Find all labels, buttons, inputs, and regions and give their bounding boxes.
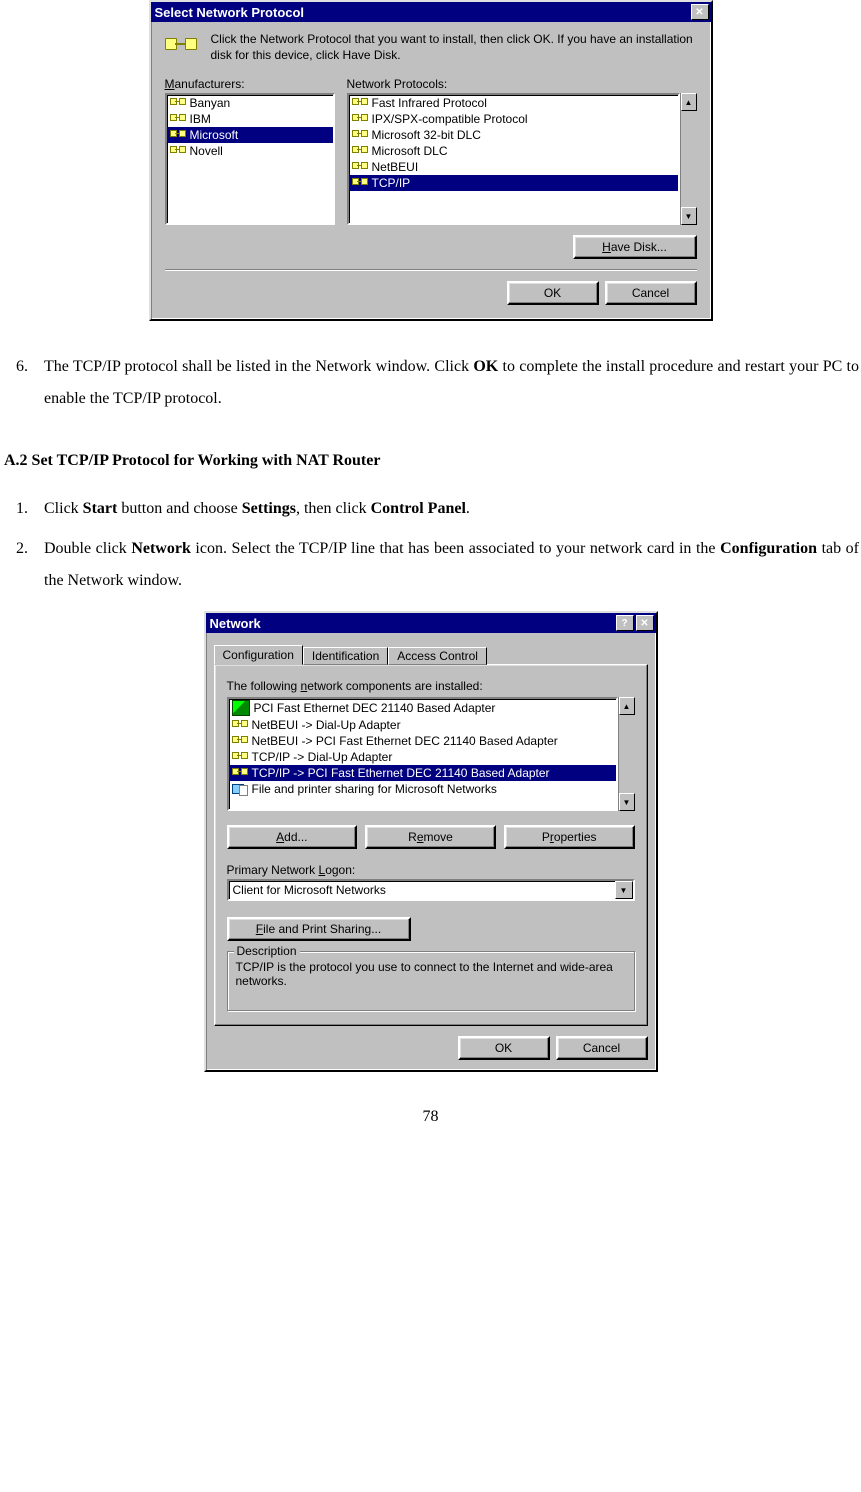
cancel-button[interactable]: Cancel	[605, 281, 697, 305]
adapter-icon	[232, 700, 250, 716]
list-item[interactable]: Microsoft 32-bit DLC	[349, 127, 678, 143]
tab-access-control[interactable]: Access Control	[388, 647, 487, 665]
protocol-icon	[170, 112, 186, 126]
remove-button[interactable]: Remove	[365, 825, 496, 849]
list-item[interactable]: TCP/IP -> PCI Fast Ethernet DEC 21140 Ba…	[229, 765, 616, 781]
select-protocol-dialog: Select Network Protocol ✕ Click the Netw…	[149, 0, 713, 321]
list-item[interactable]: TCP/IP	[349, 175, 678, 191]
tab-bar: ConfigurationIdentificationAccess Contro…	[214, 645, 648, 665]
scrollbar[interactable]: ▲ ▼	[618, 697, 635, 811]
list-item[interactable]: IBM	[167, 111, 333, 127]
close-icon[interactable]: ✕	[636, 615, 654, 631]
list-item[interactable]: Microsoft	[167, 127, 333, 143]
dialog-instruction: Click the Network Protocol that you want…	[211, 32, 697, 63]
file-print-sharing-button[interactable]: File and Print Sharing...	[227, 917, 411, 941]
chevron-down-icon[interactable]: ▼	[615, 881, 633, 899]
properties-button[interactable]: Properties	[504, 825, 635, 849]
list-item[interactable]: Microsoft DLC	[349, 143, 678, 159]
protocol-icon	[232, 734, 248, 748]
protocol-icon	[170, 128, 186, 142]
logon-label: Primary Network Logon:	[227, 863, 635, 877]
ok-button[interactable]: OK	[458, 1036, 550, 1060]
network-icon	[165, 32, 197, 60]
protocol-icon	[352, 128, 368, 142]
protocol-icon	[232, 750, 248, 764]
list-item[interactable]: TCP/IP -> Dial-Up Adapter	[229, 749, 616, 765]
description-group: Description TCP/IP is the protocol you u…	[227, 951, 635, 1011]
protocol-icon	[352, 96, 368, 110]
protocol-icon	[352, 160, 368, 174]
protocol-icon	[170, 144, 186, 158]
protocols-list[interactable]: Fast Infrared ProtocolIPX/SPX-compatible…	[347, 93, 680, 225]
scroll-down-icon[interactable]: ▼	[681, 207, 697, 225]
description-text: TCP/IP is the protocol you use to connec…	[236, 960, 626, 1002]
protocol-icon	[232, 718, 248, 732]
list-item[interactable]: PCI Fast Ethernet DEC 21140 Based Adapte…	[229, 699, 616, 717]
add-button[interactable]: Add...	[227, 825, 358, 849]
list-item[interactable]: Fast Infrared Protocol	[349, 95, 678, 111]
have-disk-button[interactable]: Have Disk...	[573, 235, 697, 259]
titlebar: Network ? ✕	[206, 613, 656, 633]
section-heading: A.2 Set TCP/IP Protocol for Working with…	[4, 445, 857, 477]
help-icon[interactable]: ?	[616, 615, 634, 631]
close-icon[interactable]: ✕	[691, 4, 709, 20]
protocol-icon	[352, 144, 368, 158]
list-item[interactable]: IPX/SPX-compatible Protocol	[349, 111, 678, 127]
manufacturers-label: Manufacturers:	[165, 77, 335, 91]
manufacturers-list[interactable]: BanyanIBMMicrosoftNovell	[165, 93, 335, 225]
scroll-up-icon[interactable]: ▲	[681, 93, 697, 111]
list-item[interactable]: Banyan	[167, 95, 333, 111]
step-2: 2. Double click Network icon. Select the…	[2, 533, 859, 597]
list-item[interactable]: NetBEUI -> PCI Fast Ethernet DEC 21140 B…	[229, 733, 616, 749]
network-dialog: Network ? ✕ ConfigurationIdentificationA…	[204, 611, 658, 1072]
protocol-icon	[232, 766, 248, 780]
configuration-panel: The following network components are ins…	[214, 664, 648, 1026]
list-item[interactable]: NetBEUI -> Dial-Up Adapter	[229, 717, 616, 733]
logon-combo[interactable]: Client for Microsoft Networks ▼	[227, 879, 635, 901]
dialog-title: Network	[210, 616, 261, 631]
page-number: 78	[0, 1108, 861, 1126]
protocol-icon	[352, 112, 368, 126]
protocol-icon	[170, 96, 186, 110]
step-1: 1. Click Start button and choose Setting…	[2, 493, 859, 525]
protocol-icon	[352, 176, 368, 190]
list-item[interactable]: File and printer sharing for Microsoft N…	[229, 781, 616, 797]
step-6: 6. The TCP/IP protocol shall be listed i…	[2, 351, 859, 415]
tab-configuration[interactable]: Configuration	[214, 645, 303, 665]
titlebar: Select Network Protocol ✕	[151, 2, 711, 22]
cancel-button[interactable]: Cancel	[556, 1036, 648, 1060]
scrollbar[interactable]: ▲ ▼	[680, 93, 697, 225]
protocols-label: Network Protocols:	[347, 77, 697, 91]
list-item[interactable]: NetBEUI	[349, 159, 678, 175]
share-icon	[232, 782, 248, 796]
scroll-up-icon[interactable]: ▲	[619, 697, 635, 715]
components-list[interactable]: PCI Fast Ethernet DEC 21140 Based Adapte…	[227, 697, 618, 811]
list-item[interactable]: Novell	[167, 143, 333, 159]
tab-identification[interactable]: Identification	[303, 647, 388, 665]
ok-button[interactable]: OK	[507, 281, 599, 305]
dialog-title: Select Network Protocol	[155, 5, 305, 20]
description-label: Description	[234, 944, 300, 958]
components-label: The following network components are ins…	[227, 679, 635, 693]
scroll-down-icon[interactable]: ▼	[619, 793, 635, 811]
